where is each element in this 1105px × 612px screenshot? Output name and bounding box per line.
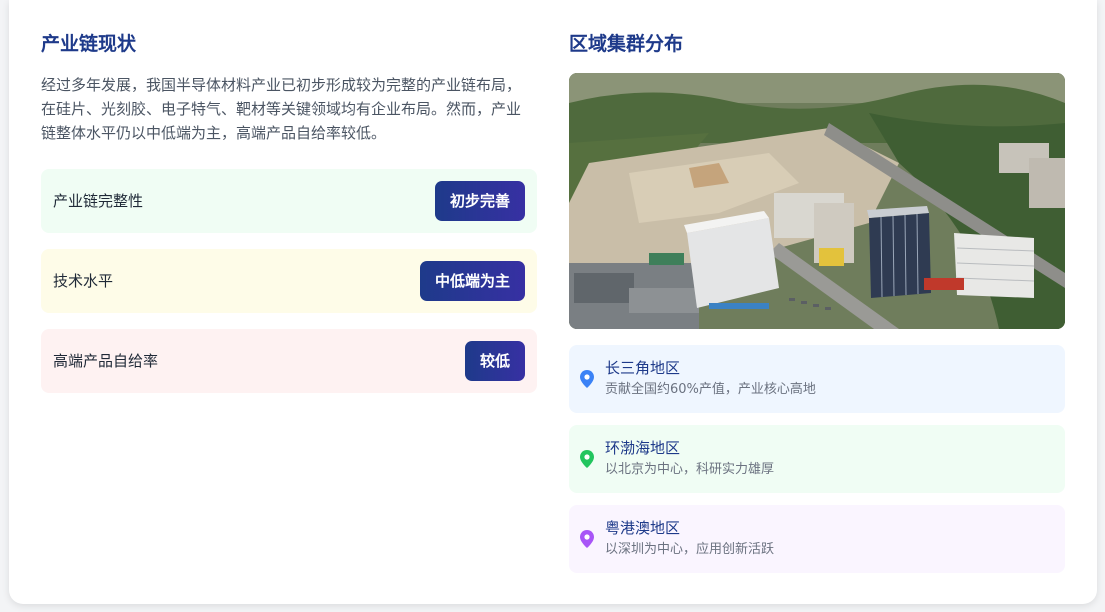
region-item-bohai-rim: 环渤海地区 以北京为中心，科研实力雄厚 [569, 425, 1065, 493]
aerial-industrial-park-image [569, 73, 1065, 329]
stat-badge: 较低 [464, 341, 525, 381]
stat-badge: 中低端为主 [419, 261, 525, 301]
stat-tech-level: 技术水平 中低端为主 [41, 249, 537, 313]
map-pin-icon [580, 530, 594, 548]
industry-chain-intro: 经过多年发展，我国半导体材料产业已初步形成较为完整的产业链布局，在硅片、光刻胶、… [41, 76, 522, 142]
stat-label: 产业链完整性 [53, 192, 144, 210]
region-name: 环渤海地区 [605, 439, 681, 457]
region-description: 以深圳为中心，应用创新活跃 [605, 542, 775, 557]
map-pin-icon [580, 370, 594, 388]
region-item-yangtze-delta: 长三角地区 贡献全国约60%产值，产业核心高地 [569, 345, 1065, 413]
region-description: 以北京为中心，科研实力雄厚 [605, 462, 775, 477]
map-pin-icon [580, 450, 594, 468]
region-name: 长三角地区 [605, 359, 681, 377]
section-title-industry-chain: 产业链现状 [41, 33, 137, 55]
content-card: 产业链现状 经过多年发展，我国半导体材料产业已初步形成较为完整的产业链布局，在硅… [9, 0, 1097, 604]
stat-self-sufficiency: 高端产品自给率 较低 [41, 329, 537, 393]
stat-label: 高端产品自给率 [53, 352, 159, 370]
stat-label: 技术水平 [53, 272, 114, 290]
stat-chain-completeness: 产业链完整性 初步完善 [41, 169, 537, 233]
region-description: 贡献全国约60%产值，产业核心高地 [605, 382, 816, 397]
section-title-regional-cluster: 区域集群分布 [569, 33, 684, 55]
region-item-greater-bay: 粤港澳地区 以深圳为中心，应用创新活跃 [569, 505, 1065, 573]
region-name: 粤港澳地区 [605, 519, 681, 537]
stat-badge: 初步完善 [434, 181, 525, 221]
